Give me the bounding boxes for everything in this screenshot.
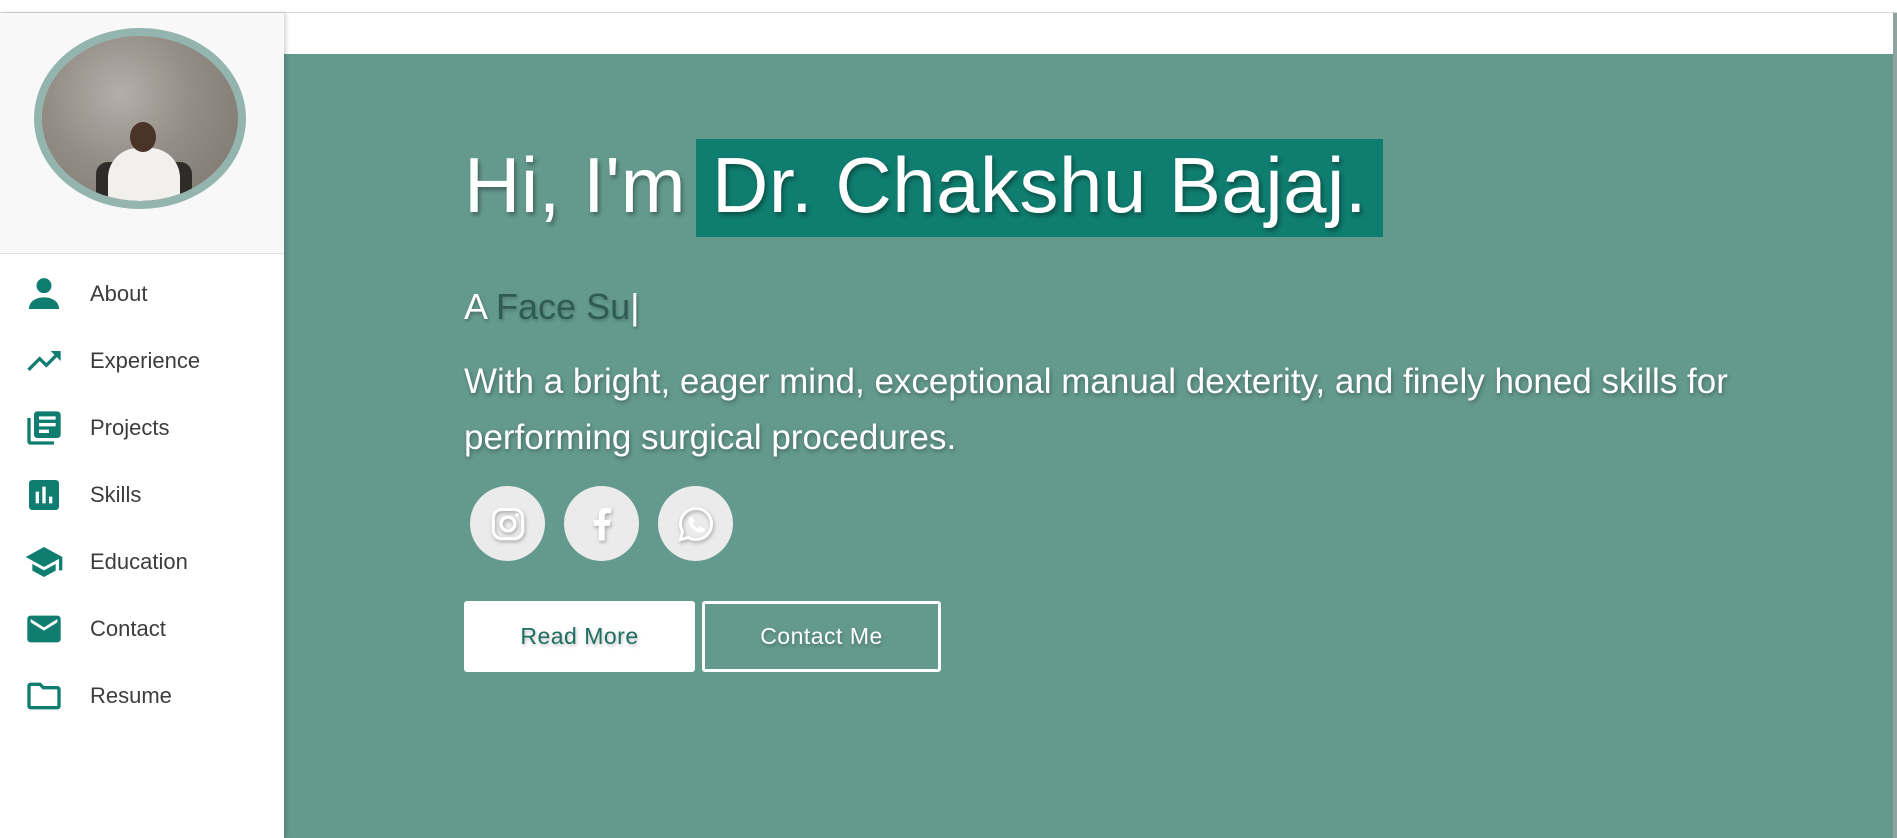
typing-cursor: | — [630, 286, 640, 327]
sidebar-item-education[interactable]: Education — [0, 528, 284, 595]
sidebar-item-label: Contact — [90, 615, 166, 641]
mail-icon — [24, 609, 64, 649]
read-more-button[interactable]: Read More — [464, 601, 695, 672]
sidebar: About Experience Projects Skills Educati… — [0, 13, 284, 838]
facebook-button[interactable] — [564, 486, 639, 561]
library-books-icon — [24, 408, 64, 448]
whatsapp-icon — [677, 506, 713, 542]
hero-description: With a bright, eager mind, exceptional m… — [464, 362, 1728, 457]
sidebar-item-projects[interactable]: Projects — [0, 394, 284, 461]
sidebar-item-label: Experience — [90, 347, 201, 373]
scrollbar[interactable] — [1893, 13, 1897, 838]
school-icon — [24, 542, 64, 582]
sidebar-header — [0, 13, 284, 254]
sidebar-item-label: Skills — [90, 481, 142, 507]
sidebar-item-label: Education — [90, 548, 188, 574]
hero-buttons: Read More Contact Me — [464, 601, 941, 672]
sidebar-item-skills[interactable]: Skills — [0, 461, 284, 528]
avatar — [34, 28, 246, 209]
sidebar-item-resume[interactable]: Resume — [0, 662, 284, 729]
browser-top-edge — [0, 0, 1897, 13]
folder-icon — [24, 676, 64, 716]
typed-subtitle: A Face Su| — [464, 286, 639, 328]
instagram-icon — [491, 507, 524, 540]
greeting-text: Hi, I'm — [464, 141, 687, 229]
avatar-person-head — [130, 122, 156, 152]
contact-me-button[interactable]: Contact Me — [702, 601, 941, 672]
avatar-person-body — [108, 148, 180, 201]
sidebar-item-contact[interactable]: Contact — [0, 595, 284, 662]
trending-up-icon — [24, 341, 64, 381]
sidebar-item-experience[interactable]: Experience — [0, 327, 284, 394]
sidebar-item-label: Projects — [90, 414, 170, 440]
person-icon — [24, 274, 64, 314]
bar-chart-icon — [24, 475, 64, 515]
facebook-icon — [593, 507, 611, 540]
page-title: Hi, I'm Dr. Chakshu Bajaj. — [464, 139, 1384, 237]
sidebar-item-label: Resume — [90, 682, 172, 708]
subtitle-prefix: A — [464, 286, 487, 327]
sidebar-nav: About Experience Projects Skills Educati… — [0, 254, 284, 729]
hero-section: Hi, I'm Dr. Chakshu Bajaj. A Face Su| Wit… — [284, 54, 1897, 838]
social-links — [470, 486, 733, 561]
sidebar-item-label: About — [90, 280, 148, 306]
name-highlight: Dr. Chakshu Bajaj. — [696, 139, 1384, 237]
whatsapp-button[interactable] — [658, 486, 733, 561]
subtitle-typed-text: Face Su — [496, 286, 631, 327]
sidebar-item-about[interactable]: About — [0, 260, 284, 327]
instagram-button[interactable] — [470, 486, 545, 561]
